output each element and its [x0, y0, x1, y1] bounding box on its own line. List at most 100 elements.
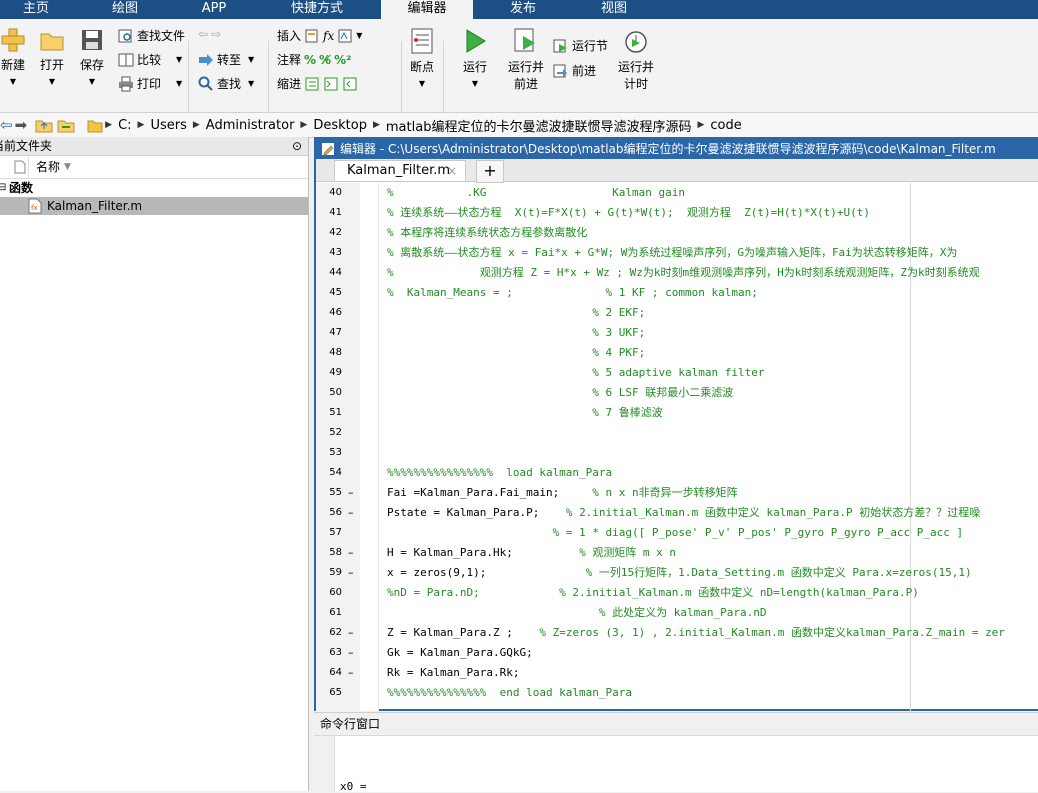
sort-down-icon[interactable]: ▼ [64, 156, 71, 178]
comment-button[interactable]: 注释 % %̸ %² [277, 51, 351, 68]
line-number[interactable]: 41 [316, 203, 342, 223]
indent-button[interactable]: 缩进 [277, 75, 358, 92]
code-line[interactable]: 40 % .KG Kalman gain [316, 183, 1038, 203]
code-line[interactable]: 61 % 此处定义为 kalman_Para.nD [316, 603, 1038, 623]
code-line[interactable]: 47 % 3 UKF; [316, 323, 1038, 343]
breakpoints-button[interactable]: 断点 ▼ [405, 27, 439, 89]
code-line[interactable]: 62– Z = Kalman_Para.Z ; % Z=zeros (3, 1) … [316, 623, 1038, 643]
run-and-advance-button[interactable]: 运行并 前进 [506, 27, 546, 92]
breadcrumb-desktop[interactable]: Desktop [313, 118, 367, 133]
line-number[interactable]: 64 [316, 663, 342, 683]
back-arrow-icon[interactable]: ⇦ [0, 116, 13, 134]
line-number[interactable]: 42 [316, 223, 342, 243]
line-number[interactable]: 43 [316, 243, 342, 263]
compare-button[interactable]: 比较 ▼ [118, 51, 182, 68]
line-number[interactable]: 60 [316, 583, 342, 603]
line-number[interactable]: 50 [316, 383, 342, 403]
tab-shortcuts[interactable]: 快捷方式 [268, 0, 366, 19]
line-number[interactable]: 47 [316, 323, 342, 343]
tree-group-functions[interactable]: ⊟ 函数 [0, 179, 308, 197]
tab-home[interactable]: 主页 [0, 0, 72, 19]
function-icon[interactable]: fx [323, 29, 334, 43]
advance-button[interactable]: 前进 [553, 62, 596, 79]
line-number[interactable]: 53 [316, 443, 342, 463]
line-number[interactable]: 48 [316, 343, 342, 363]
line-number[interactable]: 54 [316, 463, 342, 483]
code-line[interactable]: 60 %nD = Para.nD; % 2.initial_Kalman.m 函数… [316, 583, 1038, 603]
code-line[interactable]: 46 % 2 EKF; [316, 303, 1038, 323]
line-number[interactable]: 51 [316, 403, 342, 423]
line-number[interactable]: 44 [316, 263, 342, 283]
line-number[interactable]: 55 [316, 483, 342, 503]
forward-arrow-icon[interactable]: ➡ [15, 116, 28, 134]
line-number[interactable]: 62 [316, 623, 342, 643]
code-line[interactable]: 56– Pstate = Kalman_Para.P; % 2.initial_K… [316, 503, 1038, 523]
decrease-indent-icon[interactable] [342, 76, 358, 92]
code-line[interactable]: 41 % 连续系统——状态方程 X(t)=F*X(t) + G(t)*W(t); … [316, 203, 1038, 223]
open-button[interactable]: 打开 ▼ [36, 27, 68, 87]
code-line[interactable]: 59– x = zeros(9,1); % 一列15行矩阵，1.Data_Sett… [316, 563, 1038, 583]
code-line[interactable]: 48 % 4 PKF; [316, 343, 1038, 363]
code-line[interactable]: 50 % 6 LSF 联邦最小二乘滤波 [316, 383, 1038, 403]
line-number[interactable]: 40 [316, 183, 342, 203]
breadcrumb-users[interactable]: Users [150, 118, 186, 133]
code-line[interactable]: 58– H = Kalman_Para.Hk; % 观测矩阵 m x n [316, 543, 1038, 563]
code-line[interactable]: 54 %%%%%%%%%%%%%%%% load kalman_Para [316, 463, 1038, 483]
code-line[interactable]: 49 % 5 adaptive kalman filter [316, 363, 1038, 383]
breakpoint-marker[interactable]: – [348, 503, 354, 523]
find-files-button[interactable]: 查找文件 [118, 27, 185, 44]
tab-publish[interactable]: 发布 [482, 0, 564, 19]
smart-indent-icon[interactable] [304, 76, 320, 92]
new-tab-button[interactable]: + [476, 160, 504, 183]
breadcrumb-c[interactable]: C: [118, 118, 131, 133]
code-line[interactable]: 65 %%%%%%%%%%%%%%% end load kalman_Para [316, 683, 1038, 703]
current-folder-address-bar[interactable]: ⇦ ➡ ▶ C: ▶ Users ▶ Administrator ▶ Deskt… [0, 113, 1038, 138]
tab-editor[interactable]: 编辑器 [381, 0, 473, 19]
run-and-time-button[interactable]: 运行并 计时 [616, 27, 656, 92]
line-number[interactable]: 57 [316, 523, 342, 543]
code-line[interactable]: 44 % 观测方程 Z = H*x + Wz ; Wz为k时刻m维观测噪声序列，H… [316, 263, 1038, 283]
code-line[interactable]: 53 [316, 443, 1038, 463]
line-number[interactable]: 45 [316, 283, 342, 303]
line-number[interactable]: 61 [316, 603, 342, 623]
new-button[interactable]: 新建 ▼ [0, 27, 30, 87]
panel-menu-icon[interactable]: ⊙ [292, 137, 302, 155]
code-line[interactable]: 51 % 7 鲁棒滤波 [316, 403, 1038, 423]
breadcrumb-code[interactable]: code [710, 118, 741, 133]
code-area[interactable]: 40 % .KG Kalman gain 41 % 连续系统——状态方程 X(t)=F… [316, 183, 1038, 711]
up-folder-icon[interactable] [35, 117, 53, 133]
editor-tab-kalman-filter[interactable]: Kalman_Filter.m × [334, 160, 466, 181]
file-row-kalman-filter[interactable]: fx Kalman_Filter.m [0, 197, 308, 215]
code-line[interactable]: 42 % 本程序将连续系统状态方程参数离散化 [316, 223, 1038, 243]
collapse-icon[interactable]: ⊟ [0, 179, 6, 197]
breakpoint-marker[interactable]: – [348, 623, 354, 643]
breakpoint-marker[interactable]: – [348, 663, 354, 683]
code-line[interactable]: 64– Rk = Kalman_Para.Rk; [316, 663, 1038, 683]
code-line[interactable]: 52 [316, 423, 1038, 443]
print-button[interactable]: 打印 ▼ [118, 75, 182, 92]
code-line[interactable]: 55– Fai =Kalman_Para.Fai_main; % n x n非奇异… [316, 483, 1038, 503]
find-button[interactable]: 查找 ▼ [198, 75, 254, 92]
breakpoint-marker[interactable]: – [348, 483, 354, 503]
code-line[interactable]: 57 % = 1 * diag([ P_pose' P_v' P_pos' P_… [316, 523, 1038, 543]
breadcrumb-project[interactable]: matlab编程定位的卡尔曼滤波捷联惯导滤波程序源码 [386, 116, 692, 135]
line-number[interactable]: 63 [316, 643, 342, 663]
breakpoint-marker[interactable]: – [348, 563, 354, 583]
code-line[interactable]: 45 % Kalman_Means = ; % 1 KF ; common kal… [316, 283, 1038, 303]
increase-indent-icon[interactable] [323, 76, 339, 92]
browse-folder-icon[interactable] [57, 117, 75, 133]
close-icon[interactable]: × [447, 161, 457, 181]
line-number[interactable]: 49 [316, 363, 342, 383]
name-column-header[interactable]: 名称 [36, 156, 60, 178]
save-button[interactable]: 保存 ▼ [76, 27, 108, 87]
code-line[interactable]: 43 % 离散系统——状态方程 x = Fai*x + G*W; W为系统过程噪声… [316, 243, 1038, 263]
command-window-input[interactable]: x0 = [314, 736, 1038, 793]
back-forward-buttons[interactable]: ⇦ ⇨ [198, 27, 221, 41]
run-button[interactable]: 运行 ▼ [458, 27, 492, 89]
line-number[interactable]: 58 [316, 543, 342, 563]
line-number[interactable]: 46 [316, 303, 342, 323]
line-number[interactable]: 65 [316, 683, 342, 703]
tab-plots[interactable]: 绘图 [88, 0, 162, 19]
breadcrumb-administrator[interactable]: Administrator [206, 118, 295, 133]
insert-button[interactable]: 插入 fx ▼ [277, 27, 362, 44]
